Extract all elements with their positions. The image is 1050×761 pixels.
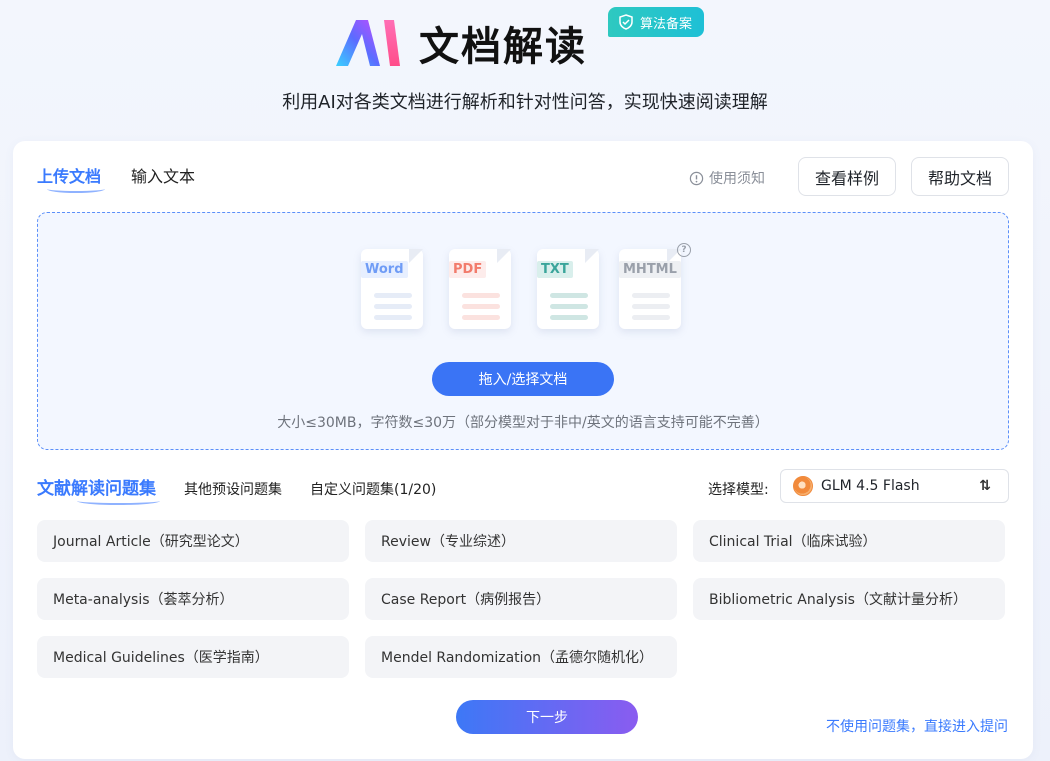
tab-other-preset-question-set[interactable]: 其他预设问题集 — [184, 479, 282, 499]
tab-literature-question-set[interactable]: 文献解读问题集 — [37, 474, 160, 505]
question-set-tabs: 文献解读问题集 其他预设问题集 自定义问题集(1/20) — [37, 474, 436, 505]
page-title: 文档解读 — [419, 24, 587, 70]
question-set-card[interactable]: Bibliometric Analysis（文献计量分析） — [693, 578, 1005, 620]
question-set-card[interactable]: Medical Guidelines（医学指南） — [37, 636, 349, 678]
page-subtitle: 利用AI对各类文档进行解析和针对性问答，实现快速阅读理解 — [282, 92, 768, 113]
upload-tabs: 上传文档 输入文本 — [37, 163, 195, 193]
select-document-button[interactable]: 拖入/选择文档 — [432, 362, 614, 396]
question-set-card[interactable]: Clinical Trial（临床试验） — [693, 520, 1005, 562]
pdf-file-icon: PDF — [449, 243, 513, 329]
model-logo-icon — [793, 476, 813, 496]
file-type-icons: Word PDF TXT MHTML ? — [361, 243, 701, 343]
info-icon — [689, 171, 704, 185]
help-doc-button[interactable]: 帮助文档 — [911, 157, 1009, 196]
upload-dropzone[interactable]: Word PDF TXT MHTML ? 拖入/选择文档 大小≤30MB，字符数… — [37, 212, 1009, 450]
tune-settings-icon[interactable]: ⇅ — [979, 478, 991, 494]
algorithm-record-badge: 算法备案 — [608, 7, 705, 37]
mhtml-file-icon: MHTML — [619, 243, 683, 329]
shield-check-icon — [619, 14, 633, 30]
question-set-card[interactable]: Journal Article（研究型论文） — [37, 520, 349, 562]
usage-notice-link[interactable]: 使用须知 — [689, 168, 765, 188]
view-sample-button[interactable]: 查看样例 — [798, 157, 896, 196]
txt-file-icon: TXT — [537, 243, 601, 329]
usage-notice-label: 使用须知 — [709, 171, 765, 187]
word-file-icon: Word — [361, 243, 425, 329]
app-logo-icon — [334, 16, 402, 68]
question-set-card[interactable]: Mendel Randomization（孟德尔随机化） — [365, 636, 677, 678]
model-select[interactable]: GLM 4.5 Flash ⇅ — [780, 469, 1009, 503]
badge-label: 算法备案 — [640, 16, 693, 32]
tab-input-text[interactable]: 输入文本 — [131, 163, 195, 187]
header: 文档解读 算法备案 利用AI对各类文档进行解析和针对性问答，实现快速阅读理解 — [0, 0, 1050, 140]
tab-upload-document[interactable]: 上传文档 — [37, 163, 106, 193]
model-selected-value: GLM 4.5 Flash — [821, 478, 920, 494]
skip-question-set-link[interactable]: 不使用问题集，直接进入提问 — [826, 716, 1008, 736]
upload-hint: 大小≤30MB，字符数≤30万（部分模型对于非中/英文的语言支持可能不完善） — [277, 415, 769, 431]
question-set-card[interactable]: Case Report（病例报告） — [365, 578, 677, 620]
model-select-label: 选择模型: — [708, 482, 769, 498]
tab-custom-question-set[interactable]: 自定义问题集(1/20) — [310, 479, 436, 499]
question-set-card[interactable]: Meta-analysis（荟萃分析） — [37, 578, 349, 620]
txt-tag: TXT — [537, 261, 573, 278]
next-step-button[interactable]: 下一步 — [456, 700, 638, 734]
question-mark-icon[interactable]: ? — [677, 243, 691, 257]
main-card: 上传文档 输入文本 使用须知 查看样例 帮助文档 Word PDF TXT MH… — [13, 141, 1033, 759]
question-set-card[interactable]: Review（专业综述） — [365, 520, 677, 562]
pdf-tag: PDF — [449, 261, 487, 278]
word-tag: Word — [361, 261, 408, 278]
mhtml-tag: MHTML — [619, 261, 681, 278]
